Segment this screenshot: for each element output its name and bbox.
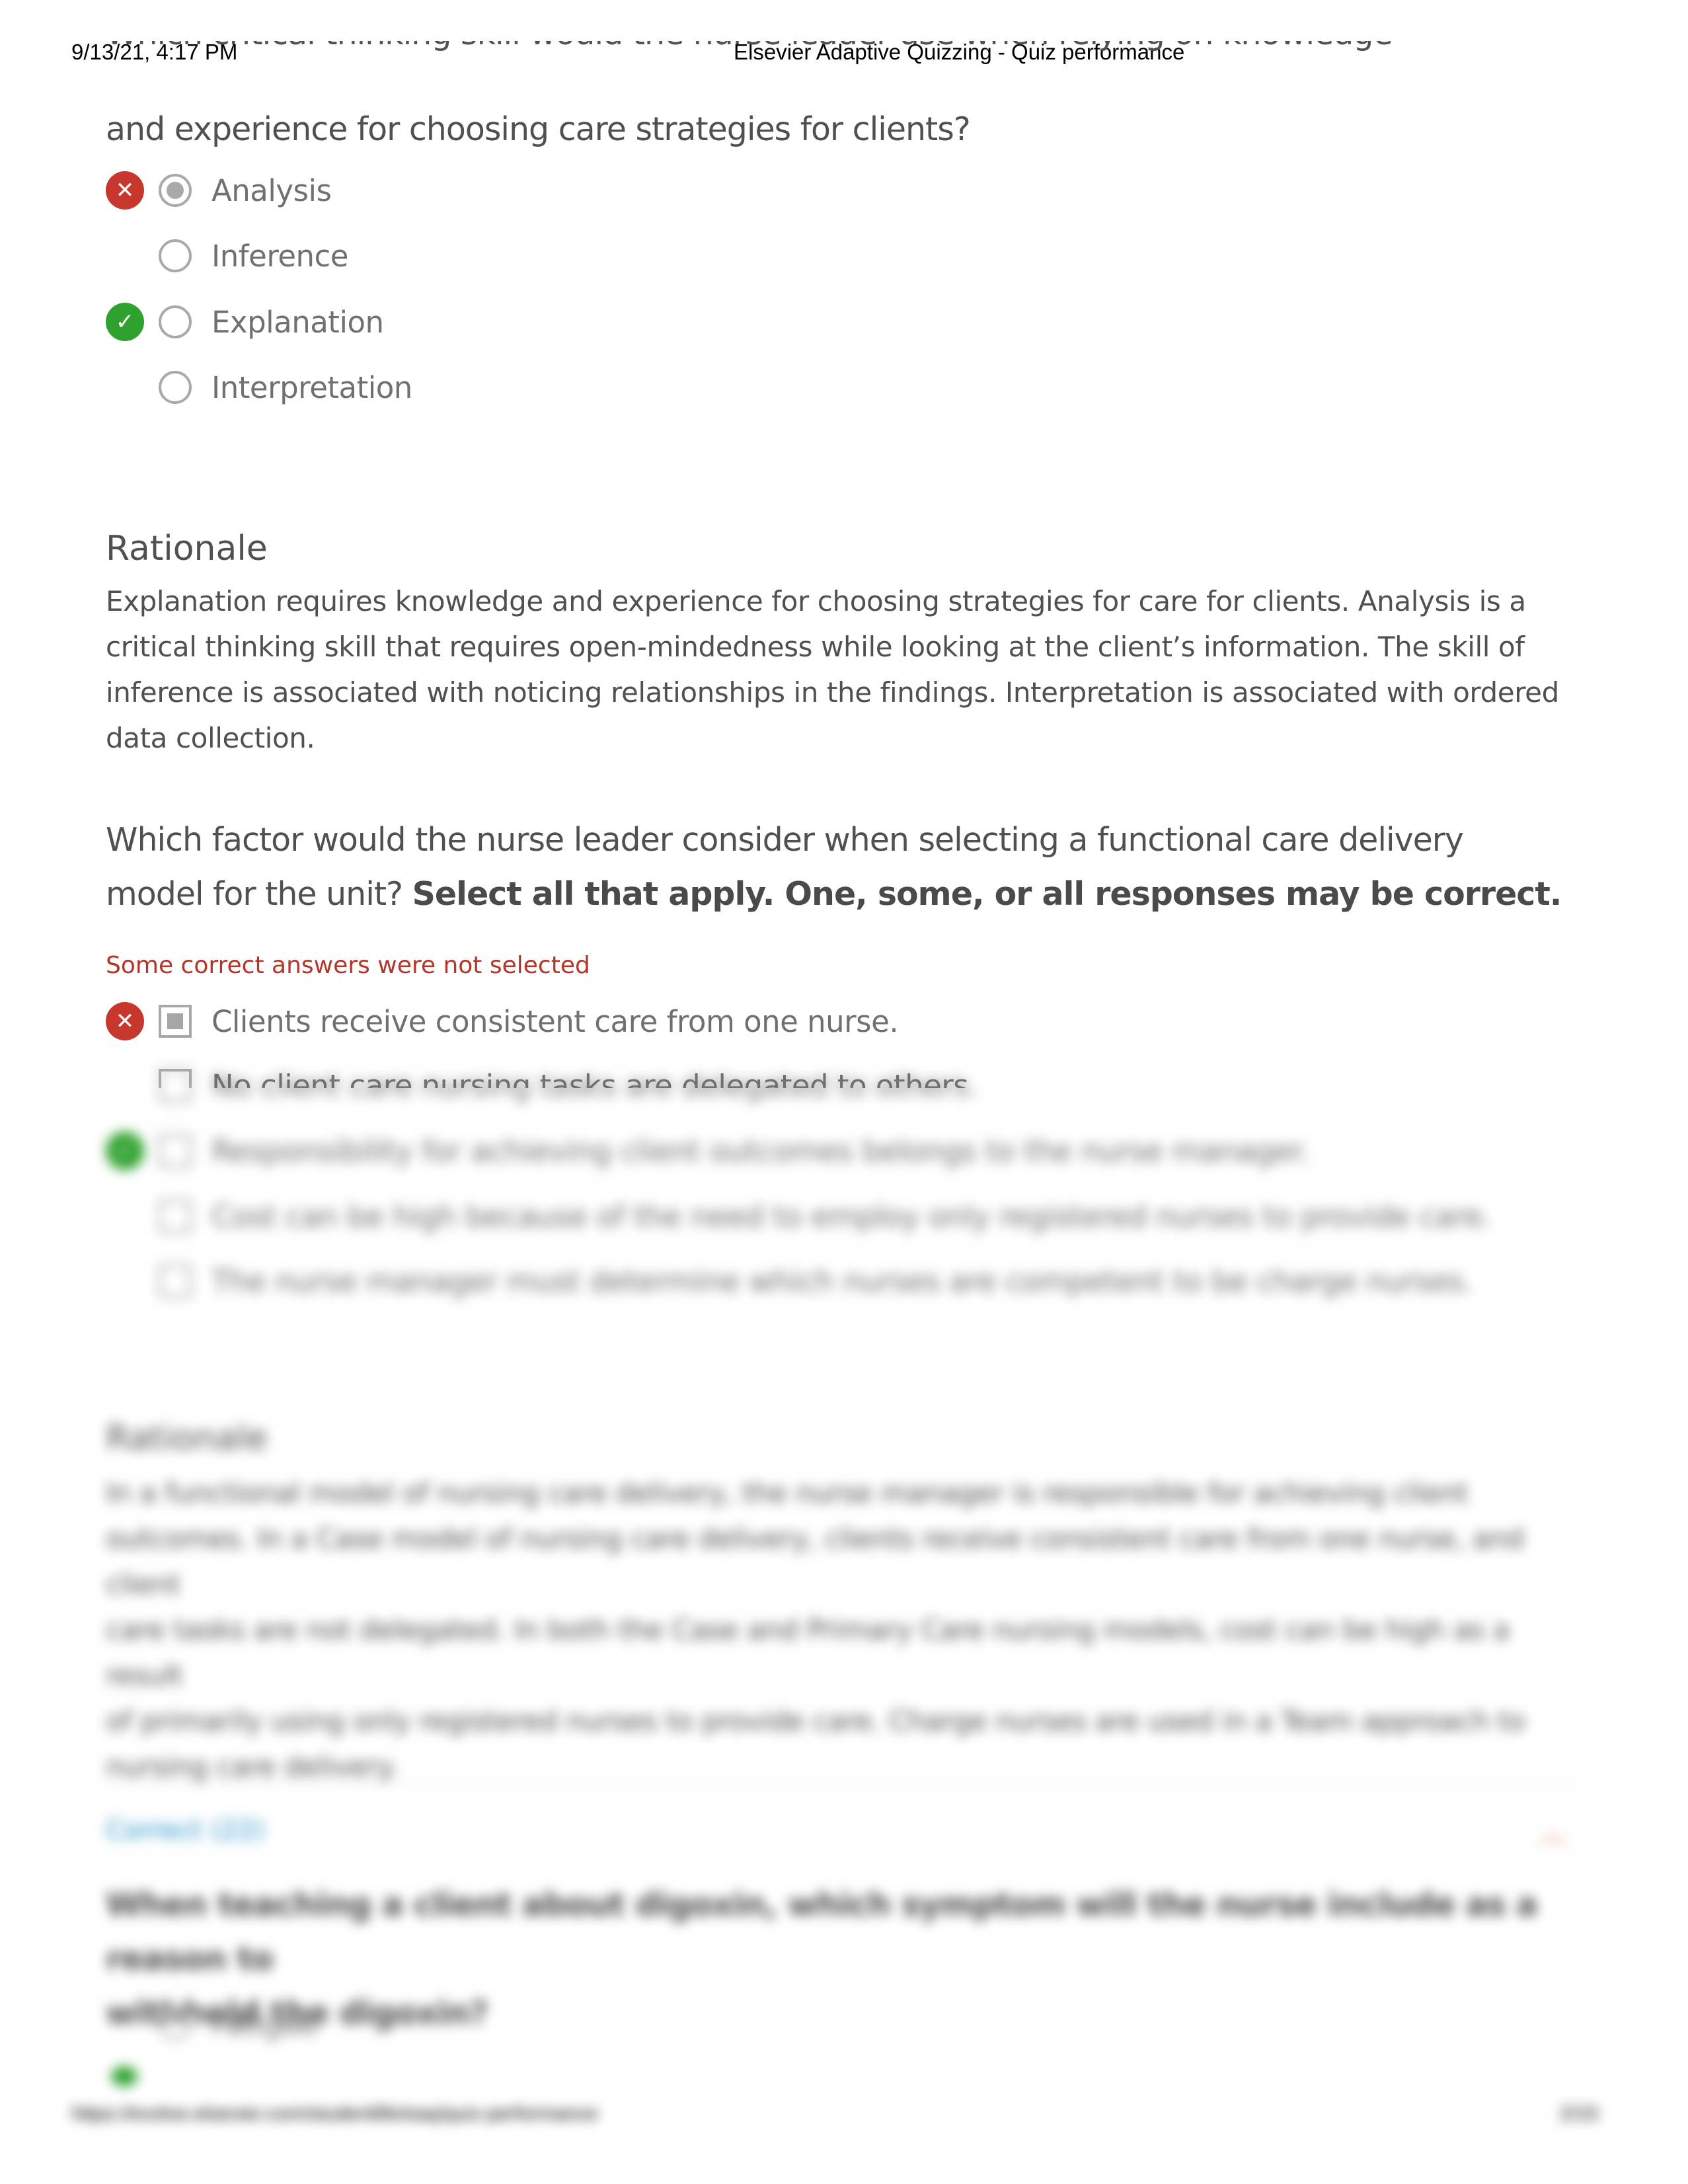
status-placeholder: [106, 1262, 144, 1300]
page-number: 2/15: [1560, 2103, 1599, 2125]
question3-text: When teaching a client about digoxin, wh…: [106, 1878, 1586, 2041]
option-label: Fatigue: [211, 2006, 318, 2042]
q1-option-explanation[interactable]: ✓ Explanation: [106, 295, 384, 348]
rationale-line: critical thinking skill that requires op…: [106, 631, 1525, 663]
rationale-line: data collection.: [106, 722, 315, 754]
option-label: The nurse manager must determine which n…: [211, 1263, 1473, 1299]
option-label: No client care nursing tasks are delegat…: [211, 1068, 978, 1103]
status-placeholder: [106, 1066, 144, 1105]
option-label: Explanation: [211, 304, 384, 340]
rationale-line: Explanation requires knowledge and exper…: [106, 585, 1526, 617]
question2-line2: model for the unit? Select all that appl…: [106, 867, 1586, 921]
incorrect-icon: ✕: [106, 1002, 144, 1040]
rationale-line: inference is associated with noticing re…: [106, 676, 1559, 709]
checkbox[interactable]: [159, 1134, 192, 1167]
question2-instruction: Select all that apply. One, some, or all…: [412, 875, 1562, 913]
correct-check-icon: ✓: [106, 303, 144, 341]
option-label: Interpretation: [211, 370, 412, 405]
correct-section-toggle[interactable]: Correct (22): [106, 1815, 265, 1846]
radio-button[interactable]: [159, 371, 192, 404]
question3-line1: When teaching a client about digoxin, wh…: [106, 1886, 1538, 1978]
radio-button[interactable]: [159, 239, 192, 272]
radio-button[interactable]: [159, 2008, 192, 2041]
option-label: Inference: [211, 238, 348, 274]
rationale-line: care tasks are not delegated. In both th…: [106, 1614, 1510, 1692]
rationale-line: outcomes. In a Case model of nursing car…: [106, 1522, 1524, 1600]
checkbox[interactable]: [159, 1265, 192, 1298]
q1-option-analysis[interactable]: ✕ Analysis: [106, 164, 332, 217]
status-placeholder: [106, 237, 144, 275]
checkbox[interactable]: [159, 1200, 192, 1233]
rationale-line: of primarily using only registered nurse…: [106, 1705, 1525, 1737]
rationale-heading: Rationale: [106, 529, 268, 568]
q2-option-3[interactable]: ✓ Responsibility for achieving client ou…: [106, 1124, 1310, 1177]
option-label: Clients receive consistent care from one…: [211, 1003, 899, 1039]
question2-text: Which factor would the nurse leader cons…: [106, 813, 1586, 921]
question2-line2-plain: model for the unit?: [106, 875, 412, 913]
incorrect-icon: ✕: [106, 171, 144, 210]
q1-option-interpretation[interactable]: Interpretation: [106, 361, 412, 414]
q3-option-1[interactable]: Fatigue: [106, 1998, 318, 2050]
q2-option-4[interactable]: Cost can be high because of the need to …: [106, 1190, 1492, 1243]
q1-option-inference[interactable]: Inference: [106, 229, 348, 282]
rationale-body: In a functional model of nursing care de…: [106, 1470, 1586, 1789]
q2-option-2-blurred[interactable]: No client care nursing tasks are delegat…: [106, 1059, 978, 1112]
question3-line2: withhold the digoxin?: [106, 1994, 488, 2032]
option-label: Analysis: [211, 173, 332, 208]
blurred-content: No client care nursing tasks are delegat…: [0, 1068, 1688, 2125]
question2-line1: Which factor would the nurse leader cons…: [106, 821, 1464, 859]
chevron-up-icon[interactable]: ︿: [1540, 1812, 1566, 1850]
q2-option-5[interactable]: The nurse manager must determine which n…: [106, 1255, 1473, 1307]
answer-feedback: Some correct answers were not selected: [106, 952, 590, 979]
status-placeholder: [106, 2005, 144, 2043]
radio-dot: [167, 182, 184, 199]
page-url[interactable]: https://evolve.elsevier.com/studentlife/…: [71, 2103, 598, 2125]
radio-button[interactable]: [159, 305, 192, 338]
correct-check-icon: ✓: [106, 1132, 144, 1170]
status-placeholder: [106, 368, 144, 407]
radio-button-selected[interactable]: [159, 174, 192, 207]
option-label: Responsibility for achieving client outc…: [211, 1133, 1310, 1169]
checkbox[interactable]: [159, 1069, 192, 1102]
status-placeholder: [106, 1197, 144, 1235]
rationale-heading: Rationale: [106, 1419, 268, 1458]
rationale-line: In a functional model of nursing care de…: [106, 1477, 1469, 1509]
checkbox-fill: [167, 1013, 183, 1029]
correct-check-icon: [111, 2066, 137, 2086]
question1-text-partial: Which critical thinking skill would the …: [106, 41, 1586, 67]
question1-line2: and experience for choosing care strateg…: [106, 110, 971, 148]
question1-line1: Which critical thinking skill would the …: [106, 41, 1586, 61]
section-divider: [106, 1782, 1573, 1784]
q2-option-1[interactable]: ✕ Clients receive consistent care from o…: [106, 995, 899, 1048]
option-label: Cost can be high because of the need to …: [211, 1198, 1492, 1234]
rationale-body: Explanation requires knowledge and exper…: [106, 578, 1586, 761]
checkbox-selected[interactable]: [159, 1005, 192, 1038]
